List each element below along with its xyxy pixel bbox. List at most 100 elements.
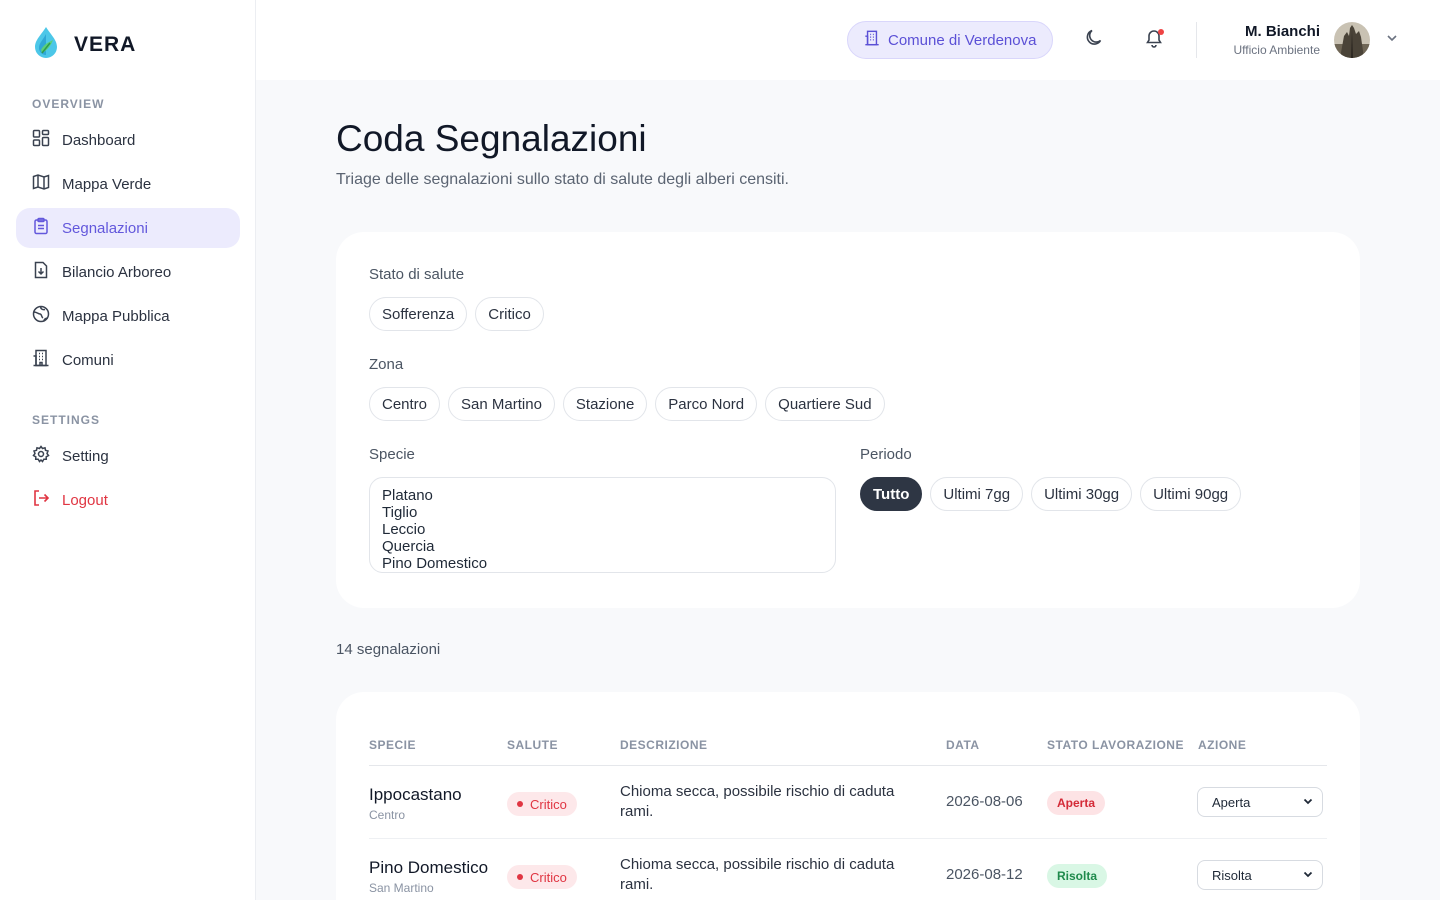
notification-dot (1158, 29, 1164, 35)
clipboard-icon (32, 217, 50, 239)
logout-button[interactable]: Logout (16, 480, 240, 520)
date-cell: 2026-08-06 (946, 793, 1023, 810)
sidebar-item-label: Logout (62, 491, 108, 509)
health-badge: Critico (507, 792, 577, 816)
logo-drop-icon (32, 26, 60, 63)
page-title: Coda Segnalazioni (336, 118, 647, 159)
action-select[interactable]: Risolta (1197, 860, 1323, 890)
chevron-down-icon (1302, 868, 1314, 883)
results-count: 14 segnalazioni (336, 641, 441, 658)
column-header-status[interactable]: STATO LAVORAZIONE (1047, 738, 1184, 752)
building-icon (864, 30, 880, 50)
sidebar-item-label: Setting (62, 447, 109, 465)
chevron-down-icon (1302, 795, 1314, 810)
chip-quartiere-sud[interactable]: Quartiere Sud (765, 387, 885, 421)
sidebar-item-mappa-verde[interactable]: Mappa Verde (16, 164, 240, 204)
sidebar-item-label: Mappa Pubblica (62, 307, 170, 325)
brand-name: VERA (74, 32, 137, 56)
user-info[interactable]: M. Bianchi Ufficio Ambiente (1234, 23, 1321, 57)
species-name: Pino Domestico (369, 858, 489, 877)
action-select-value: Risolta (1212, 867, 1252, 883)
column-header-species[interactable]: SPECIE (369, 738, 416, 752)
section-title-settings: SETTINGS (32, 413, 101, 427)
chip-san-martino[interactable]: San Martino (448, 387, 555, 421)
building-icon (32, 349, 50, 371)
avatar[interactable] (1334, 22, 1370, 58)
health-filter-chips: Sofferenza Critico (369, 297, 544, 331)
description-cell: Chioma secca, possibile rischio di cadut… (620, 856, 895, 893)
period-filter-label: Periodo (860, 446, 912, 463)
chip-tutto[interactable]: Tutto (860, 477, 923, 511)
map-icon (32, 173, 50, 195)
user-menu-chevron[interactable] (1380, 28, 1404, 52)
description-cell: Chioma secca, possibile rischio di cadut… (620, 783, 895, 820)
species-option[interactable]: Platano (382, 487, 823, 504)
user-name: M. Bianchi (1244, 23, 1320, 40)
zone-filter-label: Zona (369, 356, 404, 373)
species-option[interactable]: Pino Domestico (382, 555, 823, 572)
user-role: Ufficio Ambiente (1233, 43, 1321, 57)
sidebar-item-label: Segnalazioni (62, 219, 148, 237)
sidebar-item-label: Bilancio Arboreo (62, 263, 172, 281)
notifications-button[interactable] (1142, 28, 1166, 52)
chevron-down-icon (1385, 31, 1399, 50)
column-header-description[interactable]: DESCRIZIONE (620, 738, 708, 752)
column-header-date[interactable]: DATA (946, 738, 980, 752)
species-option[interactable]: Leccio (382, 521, 823, 538)
sidebar-item-comuni[interactable]: Comuni (16, 340, 240, 380)
logout-icon (32, 489, 50, 511)
health-badge: Critico (507, 865, 577, 889)
status-badge: Aperta (1047, 791, 1106, 815)
sidebar-item-label: Mappa Verde (62, 175, 152, 193)
date-cell: 2026-08-12 (946, 866, 1023, 883)
dashboard-icon (32, 129, 50, 151)
species-option[interactable]: Quercia (382, 538, 823, 555)
action-select[interactable]: Aperta (1197, 787, 1323, 817)
species-cell: Pino Domestico San Martino (369, 858, 488, 895)
sidebar: VERA OVERVIEW Dashboard Mappa Verde Segn… (0, 0, 256, 900)
sidebar-item-mappa-pubblica[interactable]: Mappa Pubblica (16, 296, 240, 336)
species-multiselect[interactable]: Platano Tiglio Leccio Quercia Pino Domes… (369, 477, 836, 573)
zone-filter-chips: Centro San Martino Stazione Parco Nord Q… (369, 387, 885, 421)
row-divider (369, 838, 1327, 839)
column-header-action[interactable]: AZIONE (1198, 738, 1246, 752)
chip-stazione[interactable]: Stazione (562, 387, 648, 421)
sidebar-item-label: Dashboard (62, 131, 136, 149)
header-divider (369, 765, 1327, 766)
period-filter-chips: Tutto Ultimi 7gg Ultimi 30gg Ultimi 90gg (860, 477, 1242, 511)
sidebar-item-setting[interactable]: Setting (16, 436, 240, 476)
health-cell: Critico (507, 865, 577, 889)
topbar: Comune di Verdenova M. Bianchi Ufficio A… (256, 0, 1440, 80)
chip-ultimi-90gg[interactable]: Ultimi 90gg (1140, 477, 1242, 511)
species-option[interactable]: Tiglio (382, 504, 823, 521)
theme-toggle-button[interactable] (1082, 28, 1106, 52)
sidebar-item-bilancio-arboreo[interactable]: Bilancio Arboreo (16, 252, 240, 292)
chip-ultimi-7gg[interactable]: Ultimi 7gg (930, 477, 1024, 511)
chip-critico[interactable]: Critico (475, 297, 544, 331)
sidebar-item-segnalazioni[interactable]: Segnalazioni (16, 208, 240, 248)
sidebar-item-label: Comuni (62, 351, 114, 369)
brand[interactable]: VERA (32, 26, 136, 63)
action-select-value: Aperta (1212, 794, 1251, 810)
gear-icon (32, 445, 50, 467)
health-cell: Critico (507, 792, 577, 816)
column-header-health[interactable]: SALUTE (507, 738, 558, 752)
health-filter-label: Stato di salute (369, 266, 465, 283)
sidebar-item-dashboard[interactable]: Dashboard (16, 120, 240, 160)
status-cell: Risolta (1047, 864, 1108, 888)
chip-centro[interactable]: Centro (369, 387, 441, 421)
chip-parco-nord[interactable]: Parco Nord (655, 387, 758, 421)
comune-selector[interactable]: Comune di Verdenova (847, 21, 1054, 59)
divider (1196, 22, 1197, 58)
chip-sofferenza[interactable]: Sofferenza (369, 297, 468, 331)
species-cell: Ippocastano Centro (369, 785, 462, 822)
comune-name: Comune di Verdenova (888, 31, 1037, 49)
status-badge: Risolta (1047, 864, 1108, 888)
chip-ultimi-30gg[interactable]: Ultimi 30gg (1031, 477, 1133, 511)
file-download-icon (32, 261, 50, 283)
globe-icon (32, 305, 50, 327)
species-name: Ippocastano (369, 785, 462, 804)
moon-icon (1084, 28, 1104, 53)
species-zone: Centro (369, 808, 406, 822)
species-zone: San Martino (369, 881, 434, 895)
